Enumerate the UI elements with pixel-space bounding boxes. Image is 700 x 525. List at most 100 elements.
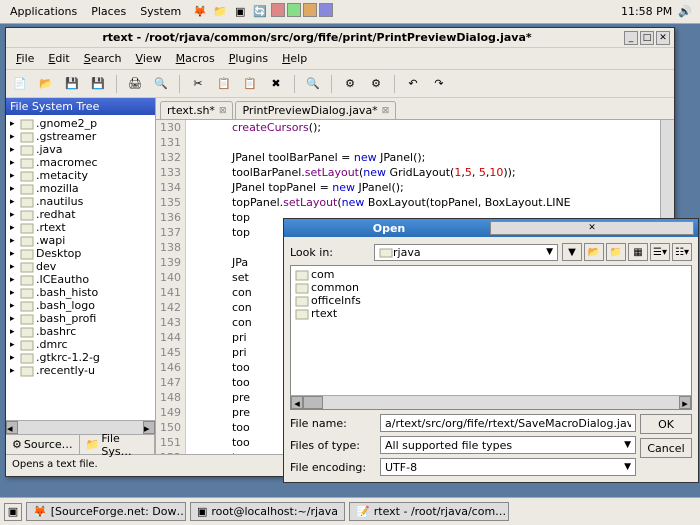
save-button[interactable]: 💾 [62,74,82,94]
tree-item[interactable]: ▸.mozilla [8,182,153,195]
home-button[interactable]: 📁 [606,243,626,261]
menu-search[interactable]: Search [78,50,128,67]
expand-arrow-icon[interactable]: ▸ [10,288,20,298]
expand-arrow-icon[interactable]: ▸ [10,366,20,376]
find-button[interactable]: 🔍 [303,74,323,94]
cancel-button[interactable]: Cancel [640,438,692,458]
close-icon[interactable]: ⊠ [382,106,390,116]
config1-button[interactable]: ⚙ [340,74,360,94]
source-browser-tab[interactable]: ⚙Source… [6,435,80,454]
print-button[interactable]: 🖨 [125,74,145,94]
paste-button[interactable]: 📋 [240,74,260,94]
open-button[interactable]: 📂 [36,74,56,94]
tree-item[interactable]: ▸.bash_histo [8,286,153,299]
tree-item[interactable]: ▸.gnome2_p [8,117,153,130]
expand-arrow-icon[interactable]: ▸ [10,145,20,155]
tree-item[interactable]: ▸Desktop [8,247,153,260]
places-menu[interactable]: Places [85,3,132,20]
copy-button[interactable]: 📋 [214,74,234,94]
file-list-item[interactable]: com [293,268,689,281]
redo-button[interactable]: ↷ [429,74,449,94]
expand-arrow-icon[interactable]: ▸ [10,353,20,363]
taskbar-item-rtext[interactable]: 📝rtext - /root/rjava/com… [349,502,509,521]
workspace-4-icon[interactable] [319,3,333,17]
tree-item[interactable]: ▸dev [8,260,153,273]
expand-arrow-icon[interactable]: ▸ [10,249,20,259]
cut-button[interactable]: ✂ [188,74,208,94]
new-button[interactable]: 📄 [10,74,30,94]
expand-arrow-icon[interactable]: ▸ [10,197,20,207]
file-list-item[interactable]: officelnfs [293,294,689,307]
tree-item[interactable]: ▸.ICEautho [8,273,153,286]
tree-item[interactable]: ▸.gstreamer [8,130,153,143]
file-tree[interactable]: ▸.gnome2_p▸.gstreamer▸.java▸.macromec▸.m… [6,115,155,420]
clock[interactable]: 11:58 PM [621,5,672,18]
tree-item[interactable]: ▸.gtkrc-1.2-g [8,351,153,364]
dialog-close-button[interactable]: ✕ [490,221,694,235]
maximize-button[interactable]: □ [640,31,654,45]
menu-edit[interactable]: Edit [42,50,75,67]
tree-item[interactable]: ▸.nautilus [8,195,153,208]
expand-arrow-icon[interactable]: ▸ [10,223,20,233]
menu-file[interactable]: File [10,50,40,67]
nautilus-icon[interactable]: 📁 [211,3,229,21]
preview-button[interactable]: 🔍 [151,74,171,94]
show-desktop-icon[interactable]: ▣ [4,503,22,521]
up-directory-button[interactable]: 📂 [584,243,604,261]
expand-arrow-icon[interactable]: ▸ [10,275,20,285]
close-icon[interactable]: ⊠ [219,106,227,116]
expand-arrow-icon[interactable]: ▸ [10,210,20,220]
terminal-icon[interactable]: ▣ [231,3,249,21]
tree-item[interactable]: ▸.bash_logo [8,299,153,312]
expand-arrow-icon[interactable]: ▸ [10,171,20,181]
tree-item[interactable]: ▸.bashrc [8,325,153,338]
workspace-2-icon[interactable] [287,3,301,17]
menu-macros[interactable]: Macros [170,50,221,67]
filetype-combo[interactable]: All supported file types ▼ [380,436,636,454]
applications-menu[interactable]: Applications [4,3,83,20]
ok-button[interactable]: OK [640,414,692,434]
expand-arrow-icon[interactable]: ▸ [10,262,20,272]
new-folder-button[interactable]: ▦ [628,243,648,261]
detail-view-button[interactable]: ☷▾ [672,243,692,261]
workspace-3-icon[interactable] [303,3,317,17]
menu-view[interactable]: View [130,50,168,67]
encoding-combo[interactable]: UTF-8 ▼ [380,458,636,476]
expand-arrow-icon[interactable]: ▸ [10,158,20,168]
tree-item[interactable]: ▸.java [8,143,153,156]
update-icon[interactable]: 🔄 [251,3,269,21]
file-list-hscrollbar[interactable]: ◂ ▸ [291,395,691,409]
expand-arrow-icon[interactable]: ▸ [10,184,20,194]
file-system-tab[interactable]: 📁File Sys… [80,435,155,454]
tree-item[interactable]: ▸.rtext [8,221,153,234]
combo-toggle-button[interactable]: ▼ [562,243,582,261]
expand-arrow-icon[interactable]: ▸ [10,301,20,311]
taskbar-item-terminal[interactable]: ▣root@localhost:~/rjava [190,502,345,521]
tree-item[interactable]: ▸.redhat [8,208,153,221]
close-button[interactable]: ✕ [656,31,670,45]
tree-item[interactable]: ▸.bash_profi [8,312,153,325]
filename-input[interactable] [380,414,636,432]
look-in-combo[interactable]: rjava ▼ [374,244,558,261]
menu-help[interactable]: Help [276,50,313,67]
file-list-item[interactable]: common [293,281,689,294]
titlebar[interactable]: rtext - /root/rjava/common/src/org/fife/… [6,28,674,48]
dialog-titlebar[interactable]: Open ✕ [284,219,698,237]
workspace-1-icon[interactable] [271,3,285,17]
expand-arrow-icon[interactable]: ▸ [10,236,20,246]
expand-arrow-icon[interactable]: ▸ [10,119,20,129]
tree-item[interactable]: ▸.dmrc [8,338,153,351]
delete-button[interactable]: ✖ [266,74,286,94]
file-list-item[interactable]: rtext [293,307,689,320]
tree-item[interactable]: ▸.metacity [8,169,153,182]
expand-arrow-icon[interactable]: ▸ [10,340,20,350]
expand-arrow-icon[interactable]: ▸ [10,314,20,324]
tree-item[interactable]: ▸.macromec [8,156,153,169]
list-view-button[interactable]: ☰▾ [650,243,670,261]
minimize-button[interactable]: _ [624,31,638,45]
tab-rtext-sh[interactable]: rtext.sh*⊠ [160,101,233,119]
tab-printpreviewdialog[interactable]: PrintPreviewDialog.java*⊠ [235,101,396,119]
firefox-icon[interactable]: 🦊 [191,3,209,21]
tree-item[interactable]: ▸.recently-u [8,364,153,377]
saveall-button[interactable]: 💾 [88,74,108,94]
